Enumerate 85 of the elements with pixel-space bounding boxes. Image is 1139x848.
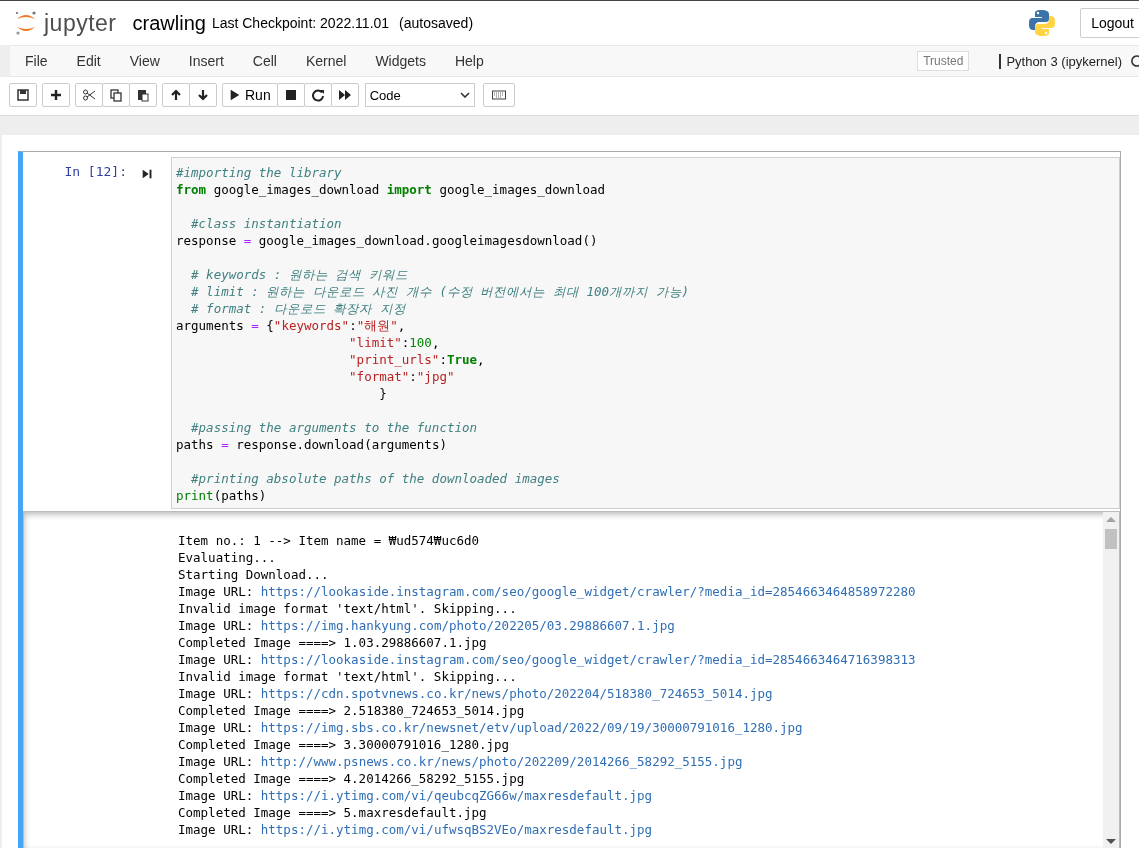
arrow-down-button[interactable] xyxy=(189,83,217,107)
output-line: Item no.: 1 --> Item name = ₩ud574₩uc6d0 xyxy=(178,532,481,549)
menu-item[interactable]: View xyxy=(129,53,160,69)
kernel-name: Python 3 (ipykernel) xyxy=(1006,53,1122,69)
trusted-indicator[interactable]: Trusted xyxy=(917,51,970,71)
arrow-down-icon xyxy=(196,88,210,102)
menu-item[interactable]: File xyxy=(25,53,48,69)
menu-item[interactable]: Cell xyxy=(252,53,277,69)
jupyter-logo-icon xyxy=(14,10,38,36)
code-line: "print_urls":True, xyxy=(348,351,486,368)
input-prompt: In [12]: xyxy=(63,163,128,181)
code-line: from google_images_download import google_images_download xyxy=(176,181,606,198)
stop-icon xyxy=(283,88,298,102)
output-line: Image URL: https://i.ytimg.com/vi/qeubcqZG66w/maxresdefault.jpg xyxy=(178,787,654,804)
output-line: Image URL: http://www.psnews.co.kr/news/photo/202209/2014266_58292_5155.jpg xyxy=(178,753,744,770)
scroll-down-icon[interactable] xyxy=(1106,839,1116,845)
output-line: Image URL: https://lookaside.instagram.com/seo/google_widget/crawler/?media_id=2854663464716398313 xyxy=(178,651,917,668)
menu-item[interactable]: Insert xyxy=(188,53,224,69)
paste-button[interactable] xyxy=(129,83,157,107)
code-cell[interactable] xyxy=(18,151,1121,848)
run-button[interactable]: Run xyxy=(222,83,278,107)
keyboard-icon xyxy=(489,88,508,102)
plus-icon xyxy=(49,88,63,102)
code-line: #class instantiation xyxy=(190,215,343,232)
code-line: #printing absolute paths of the downloaded images xyxy=(190,470,561,487)
stop-button[interactable] xyxy=(276,83,305,107)
output-line: Completed Image ====> 1.03.29886607.1.jpg xyxy=(178,634,488,651)
menu-item[interactable]: Kernel xyxy=(305,53,347,69)
logout-button[interactable]: Logout xyxy=(1080,8,1139,38)
output-line: Image URL: https://i.ytimg.com/vi/ufwsqBS2VEo/maxresdefault.jpg xyxy=(178,821,654,838)
output-line: Completed Image ====> 4.2014266_58292_5155.jpg xyxy=(178,770,526,787)
kernel-status-icon xyxy=(1129,54,1139,68)
output-line: Evaluating... xyxy=(178,549,277,566)
chevron-down-icon xyxy=(459,92,470,98)
code-line: # keywords : 원하는 검색 키워드 xyxy=(190,266,409,283)
code-line: "limit":100, xyxy=(348,334,441,351)
scrollbar[interactable] xyxy=(1103,512,1119,848)
output-line: Image URL: https://img.sbs.co.kr/newsnet/etv/upload/2022/09/19/30000791016_1280.jpg xyxy=(178,719,804,736)
restart-icon xyxy=(310,88,325,102)
output-line: Starting Download... xyxy=(178,566,330,583)
logo-text: jupyter xyxy=(44,9,117,37)
menu-item[interactable]: Help xyxy=(454,53,484,69)
output-line: Completed Image ====> 5.maxresdefault.jpg xyxy=(178,804,488,821)
code-line: # limit : 원하는 다운로드 사진 개수 (수정 버전에서는 최대 100개까지 가능) xyxy=(190,283,691,300)
plus-button[interactable] xyxy=(42,83,70,107)
code-line: #importing the library xyxy=(176,164,343,181)
code-line: arguments = {"keywords":"해원", xyxy=(176,317,407,334)
python-logo-icon xyxy=(1028,9,1057,37)
code-line: paths = response.download(arguments) xyxy=(176,436,448,453)
keyboard-button[interactable] xyxy=(482,83,515,107)
autosave-status: (autosaved) xyxy=(399,15,474,31)
output-line: Image URL: https://img.hankyung.com/photo/202205/03.29886607.1.jpg xyxy=(178,617,676,634)
copy-icon xyxy=(109,88,123,102)
menu-item[interactable]: Edit xyxy=(76,53,101,69)
checkpoint-text: Last Checkpoint: 2022.11.01 xyxy=(211,15,390,31)
code-line: } xyxy=(378,385,388,402)
scrollbar-thumb[interactable] xyxy=(1105,529,1117,549)
output-line: Image URL: https://cdn.spotvnews.co.kr/news/photo/202204/518380_724653_5014.jpg xyxy=(178,685,774,702)
output-line: Image URL: https://lookaside.instagram.com/seo/google_widget/crawler/?media_id=2854663464858972280 xyxy=(178,583,917,600)
output-line: Completed Image ====> 2.518380_724653_5014.jpg xyxy=(178,702,526,719)
restart-button[interactable] xyxy=(303,83,332,107)
code-line: #passing the arguments to the function xyxy=(190,419,479,436)
fast-forward-button[interactable] xyxy=(330,83,359,107)
arrow-up-icon xyxy=(169,88,183,102)
save-icon xyxy=(16,88,30,102)
menu-item[interactable]: Widgets xyxy=(375,53,426,69)
copy-button[interactable] xyxy=(102,83,130,107)
fast-forward-icon xyxy=(337,88,352,102)
scissors-button[interactable] xyxy=(75,83,103,107)
play-icon xyxy=(229,89,241,101)
run-cell-icon xyxy=(141,168,153,180)
paste-icon xyxy=(136,88,150,102)
code-editor[interactable] xyxy=(171,157,1120,509)
output-line: Invalid image format 'text/html'. Skipping... xyxy=(178,668,518,685)
scissors-icon xyxy=(82,88,96,102)
output-line: Invalid image format 'text/html'. Skipping... xyxy=(178,600,518,617)
code-line: # format : 다운로드 확장자 지정 xyxy=(190,300,407,317)
output-line: Completed Image ====> 3.30000791016_1280.jpg xyxy=(178,736,511,753)
cell-type-dropdown[interactable]: Code xyxy=(364,83,475,107)
code-line: print(paths) xyxy=(176,487,268,504)
code-line: "format":"jpg" xyxy=(348,368,456,385)
save-button[interactable] xyxy=(9,83,37,107)
notebook-name[interactable]: crawling xyxy=(132,11,206,35)
arrow-up-button[interactable] xyxy=(162,83,190,107)
code-line: response = google_images_download.googleimagesdownload() xyxy=(176,232,599,249)
